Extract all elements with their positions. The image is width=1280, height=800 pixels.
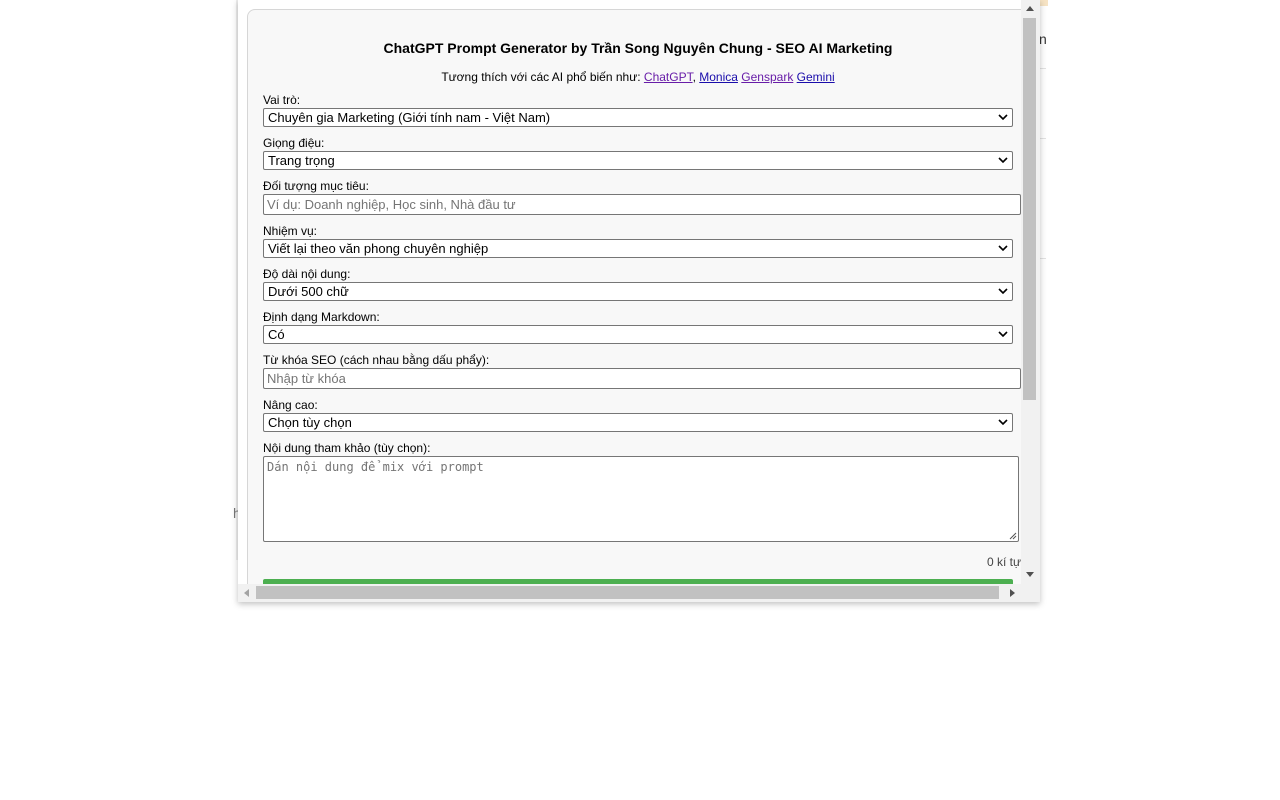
form-panel: ChatGPT Prompt Generator by Trần Song Ng… xyxy=(247,9,1021,584)
background-divider xyxy=(1040,258,1046,259)
link-gemini[interactable]: Gemini xyxy=(797,70,835,84)
scrollbar-corner xyxy=(1021,584,1040,602)
background-text-fragment: n xyxy=(1039,31,1047,47)
chevron-down-icon xyxy=(998,419,1008,426)
link-genspark[interactable]: Genspark xyxy=(741,70,793,84)
tone-select[interactable]: Trang trọng xyxy=(263,151,1013,170)
char-count: 0 kí tự xyxy=(986,555,1021,569)
tone-select-value: Trang trọng xyxy=(268,153,335,168)
advanced-select[interactable]: Chọn tùy chọn xyxy=(263,413,1013,432)
chevron-down-icon xyxy=(998,157,1008,164)
role-select-value: Chuyên gia Marketing (Giới tính nam - Vi… xyxy=(268,110,551,125)
tone-label: Giọng điệu: xyxy=(263,136,325,150)
length-label: Độ dài nội dung: xyxy=(263,267,351,281)
task-select[interactable]: Viết lại theo văn phong chuyên nghiệp xyxy=(263,239,1013,258)
advanced-label: Nâng cao: xyxy=(263,398,318,412)
horizontal-scrollbar[interactable] xyxy=(238,584,1021,602)
compatibility-prefix: Tương thích với các AI phổ biến như: xyxy=(441,70,641,84)
background-divider xyxy=(1040,138,1046,139)
keywords-input[interactable]: Nhập từ khóa xyxy=(263,368,1021,389)
advanced-select-value: Chọn tùy chọn xyxy=(268,415,352,430)
scroll-down-arrow-icon[interactable] xyxy=(1026,572,1034,577)
horizontal-scroll-thumb[interactable] xyxy=(256,586,999,599)
task-label: Nhiệm vụ: xyxy=(263,224,318,238)
length-select[interactable]: Dưới 500 chữ xyxy=(263,282,1013,301)
chevron-down-icon xyxy=(998,288,1008,295)
link-chatgpt[interactable]: ChatGPT xyxy=(644,70,693,84)
compatibility-line: Tương thích với các AI phổ biến như: Cha… xyxy=(441,70,835,84)
prompt-generator-popup: ChatGPT Prompt Generator by Trần Song Ng… xyxy=(238,0,1040,602)
markdown-select-value: Có xyxy=(268,327,285,342)
scroll-left-arrow-icon[interactable] xyxy=(244,589,249,597)
form-title: ChatGPT Prompt Generator by Trần Song Ng… xyxy=(383,40,893,56)
task-select-value: Viết lại theo văn phong chuyên nghiệp xyxy=(268,241,489,256)
reference-textarea[interactable]: Dán nội dung để mix với prompt xyxy=(263,456,1019,542)
reference-placeholder: Dán nội dung để mix với prompt xyxy=(267,460,484,474)
scroll-right-arrow-icon[interactable] xyxy=(1010,589,1015,597)
chevron-down-icon xyxy=(998,245,1008,252)
audience-input[interactable]: Ví dụ: Doanh nghiệp, Học sinh, Nhà đầu t… xyxy=(263,194,1021,215)
popup-viewport: ChatGPT Prompt Generator by Trần Song Ng… xyxy=(238,0,1021,584)
vertical-scrollbar[interactable] xyxy=(1021,0,1040,584)
resize-grip-icon[interactable] xyxy=(1008,531,1017,540)
length-select-value: Dưới 500 chữ xyxy=(268,284,349,299)
scroll-up-arrow-icon[interactable] xyxy=(1026,6,1034,11)
markdown-select[interactable]: Có xyxy=(263,325,1013,344)
role-select[interactable]: Chuyên gia Marketing (Giới tính nam - Vi… xyxy=(263,108,1013,127)
markdown-label: Định dạng Markdown: xyxy=(263,310,380,324)
vertical-scroll-thumb[interactable] xyxy=(1023,18,1036,400)
audience-label: Đối tượng mục tiêu: xyxy=(263,179,369,193)
link-monica[interactable]: Monica xyxy=(699,70,738,84)
chevron-down-icon xyxy=(998,114,1008,121)
chevron-down-icon xyxy=(998,331,1008,338)
keywords-label: Từ khóa SEO (cách nhau bằng dấu phẩy): xyxy=(263,353,490,367)
background-divider xyxy=(1040,68,1046,69)
reference-label: Nội dung tham khảo (tùy chọn): xyxy=(263,441,431,455)
role-label: Vai trò: xyxy=(263,93,301,107)
